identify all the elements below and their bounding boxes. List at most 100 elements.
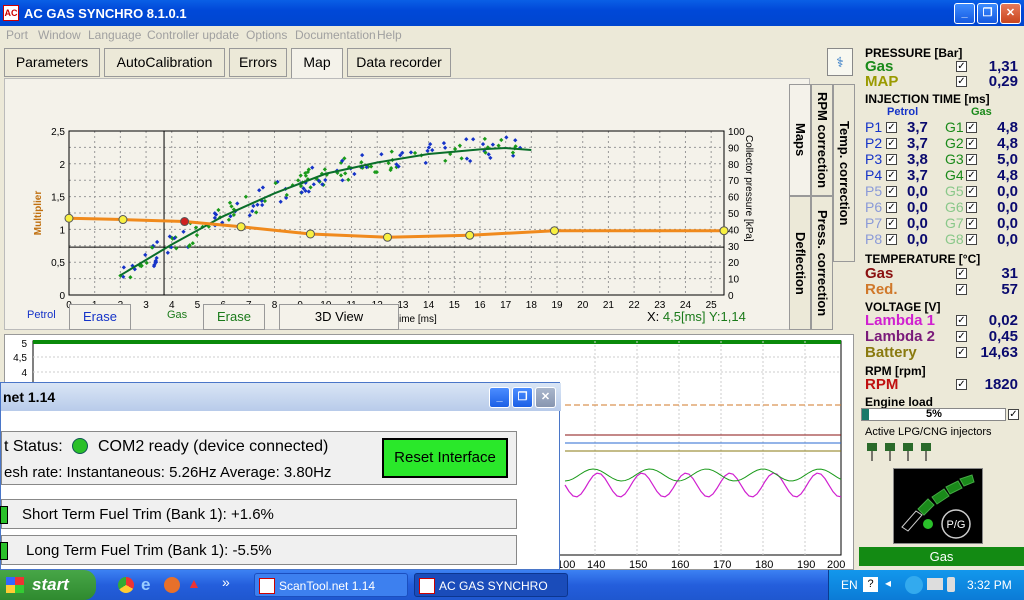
device-icon[interactable] xyxy=(947,577,955,592)
quicklaunch-more-icon[interactable]: » xyxy=(222,574,230,590)
gas-point xyxy=(412,150,418,156)
settings-icon[interactable]: ⚕ xyxy=(827,48,853,76)
menu-help[interactable]: Help xyxy=(377,28,402,42)
pressure-map-checkbox[interactable]: ✓ xyxy=(956,76,967,87)
x-tick-label: 18 xyxy=(526,300,538,311)
petrol-injector-checkbox[interactable]: ✓ xyxy=(886,122,897,133)
start-button[interactable]: start xyxy=(0,570,96,600)
x-tick-label: 22 xyxy=(629,300,641,311)
task-scantool-label: ScanTool.net 1.14 xyxy=(279,579,376,593)
tab-errors[interactable]: Errors xyxy=(229,48,287,77)
petrol-injector-checkbox[interactable]: ✓ xyxy=(886,170,897,181)
y-tick-label: 2,5 xyxy=(51,127,65,138)
menu-port[interactable]: Port xyxy=(6,28,28,42)
tab-press-correction[interactable]: Press. correction xyxy=(811,196,833,330)
minimize-button[interactable]: _ xyxy=(954,3,975,24)
gas-erase-button[interactable]: Erase xyxy=(203,304,265,330)
close-button[interactable]: ✕ xyxy=(1000,3,1021,24)
x-tick-label: 5 xyxy=(195,300,201,311)
petrol-injector-checkbox[interactable]: ✓ xyxy=(886,202,897,213)
task-acgas[interactable]: AC GAS SYNCHRO xyxy=(414,573,568,597)
petrol-injector-checkbox[interactable]: ✓ xyxy=(886,154,897,165)
temp-red-checkbox[interactable]: ✓ xyxy=(956,284,967,295)
network-icon[interactable] xyxy=(905,576,923,594)
petrol-injector-checkbox[interactable]: ✓ xyxy=(886,218,897,229)
petrol-point xyxy=(235,201,240,206)
language-indicator[interactable]: EN xyxy=(841,578,858,592)
petrol-injector-checkbox[interactable]: ✓ xyxy=(886,234,897,245)
petrol-column-label: Petrol xyxy=(887,106,919,118)
3d-view-button[interactable]: 3D View xyxy=(279,304,399,330)
gas-injector-checkbox[interactable]: ✓ xyxy=(966,138,977,149)
y2-tick-label: 20 xyxy=(728,258,740,269)
scantool-maximize-button[interactable]: ❐ xyxy=(512,387,533,408)
pressure-gas-checkbox[interactable]: ✓ xyxy=(956,61,967,72)
tab-parameters[interactable]: Parameters xyxy=(4,48,100,77)
app-launcher-icon[interactable]: ▲ xyxy=(187,575,201,591)
lambda1-value: 0,02 xyxy=(988,312,1018,329)
petrol-injector-checkbox[interactable]: ✓ xyxy=(886,138,897,149)
tab-data-recorder[interactable]: Data recorder xyxy=(347,48,451,77)
pg-switch[interactable]: P/G xyxy=(893,468,983,544)
gas-injector-checkbox[interactable]: ✓ xyxy=(966,170,977,181)
help-icon[interactable]: ? xyxy=(863,577,878,592)
chrome-icon[interactable] xyxy=(118,577,134,593)
y-tick-label: 1,5 xyxy=(51,193,65,204)
tab-maps[interactable]: Maps xyxy=(789,84,811,196)
tab-temp-correction[interactable]: Temp. correction xyxy=(833,84,855,262)
petrol-point xyxy=(352,171,357,177)
lambda2-checkbox[interactable]: ✓ xyxy=(956,331,967,342)
temp-gas-value: 31 xyxy=(1001,265,1018,282)
gas-point xyxy=(389,149,394,154)
tab-autocalibration[interactable]: AutoCalibration xyxy=(104,48,225,77)
cursor-readout: X: 4,5[ms] Y:1,14 xyxy=(647,309,746,324)
engine-load-checkbox[interactable]: ✓ xyxy=(1008,409,1019,420)
refresh-rate: esh rate: Instantaneous: 5.26Hz Average:… xyxy=(4,464,332,481)
monitor-icon[interactable] xyxy=(927,578,943,590)
x-tick-label: 8 xyxy=(272,300,278,311)
tab-rpm-correction[interactable]: RPM correction xyxy=(811,84,833,196)
maximize-button[interactable]: ❐ xyxy=(977,3,998,24)
reset-interface-button[interactable]: Reset Interface xyxy=(382,438,508,478)
petrol-point xyxy=(443,145,448,150)
arrow-icon[interactable]: ◂ xyxy=(885,576,891,590)
gas-injector-checkbox[interactable]: ✓ xyxy=(966,154,977,165)
tab-deflection[interactable]: Deflection xyxy=(789,196,811,330)
tab-map[interactable]: Map xyxy=(291,48,343,79)
gas-injector-label: G3 xyxy=(945,151,964,167)
gas-point xyxy=(338,173,344,178)
temp-gas-checkbox[interactable]: ✓ xyxy=(956,268,967,279)
battery-value: 14,63 xyxy=(980,344,1018,361)
menu-window[interactable]: Window xyxy=(38,28,81,42)
gas-injector-checkbox[interactable]: ✓ xyxy=(966,218,977,229)
gas-injector-checkbox[interactable]: ✓ xyxy=(966,202,977,213)
gas-injector-checkbox[interactable]: ✓ xyxy=(966,122,977,133)
engine-load-value: 5% xyxy=(926,408,942,420)
gas-injector-checkbox[interactable]: ✓ xyxy=(966,186,977,197)
menu-documentation[interactable]: Documentation xyxy=(295,28,376,42)
gas-point xyxy=(308,185,313,190)
lambda1-checkbox[interactable]: ✓ xyxy=(956,315,967,326)
battery-checkbox[interactable]: ✓ xyxy=(956,347,967,358)
petrol-erase-button[interactable]: Erase xyxy=(69,304,131,330)
gas-injector-checkbox[interactable]: ✓ xyxy=(966,234,977,245)
menu-language[interactable]: Language xyxy=(88,28,141,42)
scantool-close-button[interactable]: ✕ xyxy=(535,387,556,408)
menu-controller-update[interactable]: Controller update xyxy=(147,28,239,42)
ltft-row: Long Term Fuel Trim (Bank 1): -5.5% xyxy=(0,535,517,565)
petrol-injector-value: 3,7 xyxy=(907,119,928,136)
menu-options[interactable]: Options xyxy=(246,28,287,42)
firefox-icon[interactable] xyxy=(164,577,180,593)
petrol-injector-checkbox[interactable]: ✓ xyxy=(886,186,897,197)
status-box: t Status: COM2 ready (device connected) … xyxy=(1,431,517,485)
petrol-point xyxy=(480,141,486,147)
gas-point xyxy=(443,158,448,163)
y-axis-label: Multiplier xyxy=(33,191,44,236)
scantool-minimize-button[interactable]: _ xyxy=(489,387,510,408)
y2-tick-label: 70 xyxy=(728,176,740,187)
map-chart[interactable]: 0123456789101112131415161718192021222324… xyxy=(9,115,789,333)
rpm-checkbox[interactable]: ✓ xyxy=(956,379,967,390)
ie-icon[interactable]: e xyxy=(141,575,150,595)
task-scantool[interactable]: ScanTool.net 1.14 xyxy=(254,573,408,597)
gas-point xyxy=(128,275,133,280)
